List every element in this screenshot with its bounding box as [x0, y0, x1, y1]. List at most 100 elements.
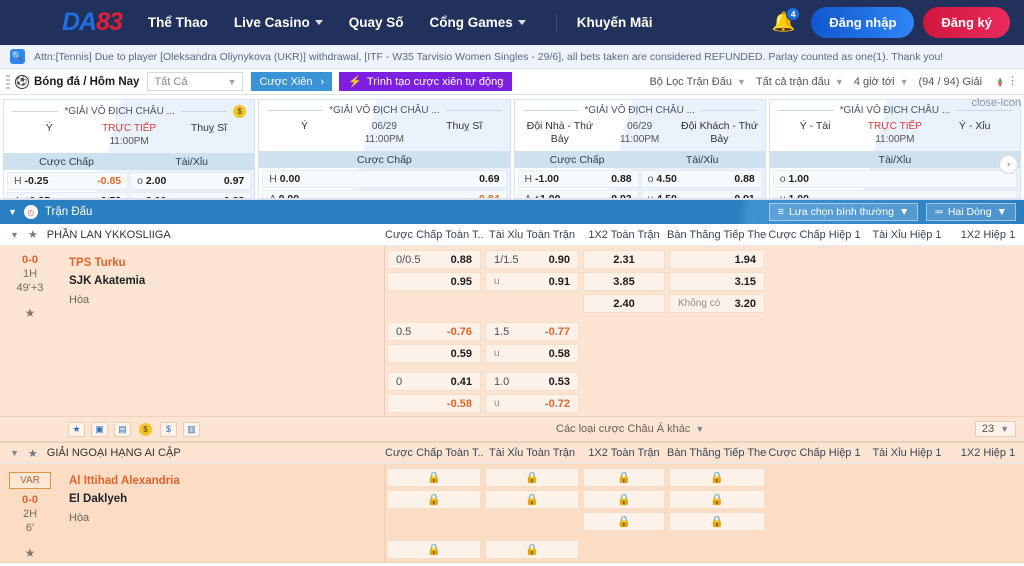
- view-option-select[interactable]: ≡ Lựa chọn bình thường ▼: [768, 203, 919, 221]
- nav-item-live-casino[interactable]: Live Casino: [234, 15, 323, 30]
- odds-line: 0.95 u 0.91 3.85 3.15: [385, 272, 1024, 294]
- site-logo[interactable]: DA 83: [62, 8, 123, 37]
- featured-card[interactable]: *GIẢI VÔ ĐỊCH CHÂU ... Ý 06/29 11:00PM T…: [258, 99, 511, 199]
- odds-cell-home-handicap[interactable]: H -1.00 0.88: [517, 170, 639, 188]
- odds-next-goal-none[interactable]: Không có 3.20: [669, 294, 765, 313]
- odds-cell-home-handicap[interactable]: H -0.25 -0.85: [7, 172, 129, 190]
- away-team-name: SJK Akatemia: [69, 275, 146, 287]
- odds-line: 0.00: [278, 193, 300, 199]
- sort-control[interactable]: ▲ ▼ ⋮: [996, 75, 1018, 88]
- chevron-down-icon: ▼: [834, 76, 844, 87]
- odds-value: -0.84: [475, 193, 500, 199]
- all-matches-select[interactable]: Tất cả trận đấu ▼: [756, 76, 844, 88]
- more-asian-bets-button[interactable]: Các loại cược Châu Á khác ▼: [556, 423, 704, 435]
- notification-bell[interactable]: 🔔 4: [772, 7, 801, 32]
- odds-ou-empty: [485, 294, 579, 313]
- odds-over[interactable]: 1/1.5 0.90: [485, 250, 579, 269]
- odds-cell-under[interactable]: u 2.00 0.88: [130, 192, 252, 198]
- odds-handicap-home-2[interactable]: 0.5 -0.76: [387, 322, 481, 341]
- favorite-star-icon[interactable]: ★: [25, 306, 36, 320]
- odds-next-goal-home[interactable]: 1.94: [669, 250, 765, 269]
- featured-card[interactable]: *GIẢI VÔ ĐỊCH CHÂU ... $ Ý TRỰC TIẾP 11:…: [3, 99, 256, 199]
- carousel-next-button[interactable]: ›: [999, 155, 1018, 174]
- match-filter-select[interactable]: Bộ Lọc Trận Đấu ▼: [649, 76, 745, 88]
- odds-handicap-away-3[interactable]: -0.58: [387, 394, 481, 413]
- drag-handle[interactable]: [6, 74, 10, 89]
- auto-parlay-button[interactable]: ⚡ Trình tạo cược xiên tự động: [339, 72, 513, 91]
- odds-next-goal-away[interactable]: 3.15: [669, 272, 765, 291]
- odds-handicap-home[interactable]: 0/0.5 0.88: [387, 250, 481, 269]
- featured-card[interactable]: *GIẢI VÔ ĐỊCH CHÂU ... Ý - Tài TRỰC TIẾP…: [768, 99, 1021, 199]
- chevron-down-icon[interactable]: ▼: [10, 230, 19, 240]
- star-icon[interactable]: ★: [28, 447, 38, 460]
- coin-icon[interactable]: $: [137, 422, 154, 437]
- tv-icon[interactable]: ▣: [91, 421, 108, 437]
- all-filter-select[interactable]: Tất Cả ▼: [147, 72, 244, 91]
- login-button[interactable]: Đăng nhập: [811, 7, 915, 38]
- column-header-1x2-full: 1X2 Toàn Trận: [588, 447, 660, 459]
- odds-side-label: A: [524, 193, 531, 199]
- close-icon[interactable]: close-icon: [971, 97, 1021, 109]
- odds-line: 0.5 -0.76 1.5 -0.77: [385, 322, 1024, 344]
- odds-over-3[interactable]: 1.0 0.53: [485, 372, 579, 391]
- league-header-left: ▼ ★ GIẢI NGOẠI HẠNG AI CẬP: [0, 447, 385, 460]
- odds-handicap-half1-empty: [769, 250, 860, 269]
- odds-price: -0.72: [544, 397, 570, 410]
- match-minute: 6': [25, 522, 35, 534]
- odds-line: -1.00: [535, 173, 559, 185]
- league-header-egypt[interactable]: ▼ ★ GIẢI NGOẠI HẠNG AI CẬP Cược Chấp Toà…: [0, 442, 1024, 464]
- card-odds-row: H 0.00 0.69: [259, 168, 509, 188]
- odds-under[interactable]: u 0.91: [485, 272, 579, 291]
- dollar-icon[interactable]: $: [160, 421, 177, 437]
- column-header-ou-full: Tài Xỉu Toàn Trận: [488, 228, 575, 241]
- odds-cell-away-handicap[interactable]: A +1.00 0.93: [517, 190, 639, 199]
- card-live-label: TRỰC TIẾP: [102, 123, 157, 134]
- favorite-star-icon[interactable]: ★: [25, 546, 36, 560]
- odds-handicap-away-2[interactable]: 0.59: [387, 344, 481, 363]
- odds-cell-home-handicap[interactable]: H 0.00 0.69: [262, 170, 507, 188]
- featured-card[interactable]: *GIẢI VÔ ĐỊCH CHÂU ... Đội Nhà - Thứ Bảy…: [513, 99, 766, 199]
- odds-1x2-home[interactable]: 2.31: [583, 250, 665, 269]
- site-header: DA 83 Thể Thao Live Casino Quay Số Cổng G…: [0, 0, 1024, 45]
- odds-cell-over[interactable]: o 1.00: [772, 170, 1017, 188]
- star-icon[interactable]: ★: [68, 421, 85, 437]
- star-icon[interactable]: ★: [28, 228, 38, 241]
- odds-cell-under[interactable]: u 4.50 0.91: [640, 190, 762, 198]
- odds-over-2[interactable]: 1.5 -0.77: [485, 322, 579, 341]
- chevron-down-icon[interactable]: ▼: [10, 448, 19, 458]
- chevron-right-icon: ›: [320, 75, 325, 88]
- odds-cell-away-handicap[interactable]: A +0.25 0.72: [7, 192, 129, 198]
- odds-under-2[interactable]: u 0.58: [485, 344, 579, 363]
- parlay-button[interactable]: Cược Xiên ›: [251, 72, 333, 91]
- odds-price: 3.15: [734, 275, 756, 288]
- draw-label: Hòa: [69, 294, 90, 306]
- nav-item-quay-so[interactable]: Quay Số: [349, 15, 404, 30]
- card-odds-row: H -1.00 0.88 o 4.50 0.88: [515, 168, 765, 188]
- odds-handicap-home-3[interactable]: 0 0.41: [387, 372, 481, 391]
- stats-board-icon[interactable]: ▤: [114, 421, 131, 437]
- odds-1x2-away[interactable]: 2.40: [583, 294, 665, 313]
- row-option-select[interactable]: ═ Hai Dòng ▼: [926, 203, 1016, 221]
- lock-icon: 🔒: [525, 494, 539, 506]
- odds-cell-over[interactable]: o 2.00 0.97: [130, 172, 252, 190]
- odds-cell-under[interactable]: u 1.00: [772, 190, 1017, 198]
- odds-handicap-away[interactable]: 0.95: [387, 272, 481, 291]
- chevron-down-icon[interactable]: ▼: [8, 207, 17, 217]
- search-icon[interactable]: 🔍: [10, 49, 25, 64]
- nav-item-khuyen-mai[interactable]: Khuyến Mãi: [577, 15, 653, 30]
- nav-item-cong-games[interactable]: Cổng Games: [429, 15, 526, 30]
- more-options-icon[interactable]: ⋮: [1007, 76, 1018, 87]
- time-range-select[interactable]: 4 giờ tới ▼: [854, 76, 909, 88]
- odds-cell-over[interactable]: o 4.50 0.88: [640, 170, 762, 188]
- odds-1x2-draw[interactable]: 3.85: [583, 272, 665, 291]
- chart-icon[interactable]: ▥: [183, 421, 200, 437]
- odds-under-3[interactable]: u -0.72: [485, 394, 579, 413]
- card-away-team: Thuỵ Sĩ: [446, 120, 483, 132]
- league-count[interactable]: (94 / 94) Giải: [918, 76, 982, 88]
- odds-cell-away-handicap[interactable]: A 0.00 -0.84: [262, 190, 507, 199]
- card-teams: Ý 06/29 11:00PM Thuỵ Sĩ: [259, 118, 509, 151]
- market-count-select[interactable]: 23 ▼: [974, 421, 1016, 437]
- nav-item-the-thao[interactable]: Thể Thao: [148, 15, 208, 30]
- league-header-finland[interactable]: ▼ ★ PHẦN LAN YKKOSLIIGA Cược Chấp Toàn T…: [0, 224, 1024, 246]
- register-button[interactable]: Đăng ký: [923, 7, 1010, 38]
